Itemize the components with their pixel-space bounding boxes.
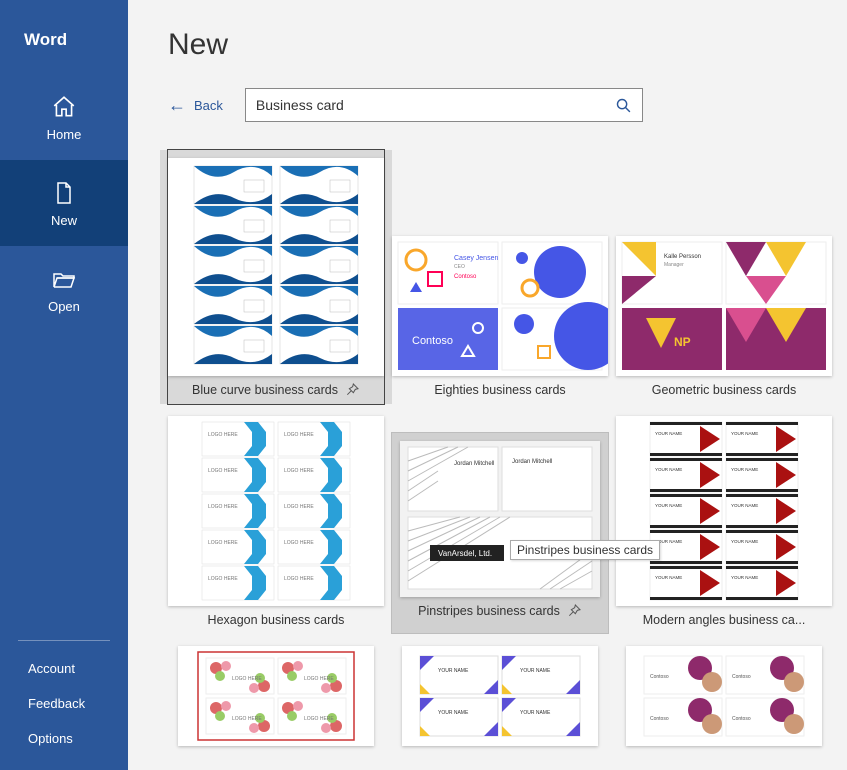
svg-text:Manager: Manager (664, 262, 684, 268)
svg-text:YOUR NAME: YOUR NAME (438, 668, 469, 674)
search-button[interactable] (606, 89, 642, 121)
template-thumb: Kalle Persson Manager NP (616, 236, 832, 376)
template-blue-curve[interactable]: Blue curve business cards (168, 150, 384, 404)
template-thumb: YOUR NAME YOUR NAME (616, 416, 832, 606)
document-icon (50, 179, 78, 207)
main-panel: New ← Back (128, 0, 847, 770)
app-brand: Word (0, 0, 128, 74)
svg-text:Contoso: Contoso (412, 335, 453, 347)
tooltip: Pinstripes business cards (510, 540, 660, 560)
back-button[interactable]: ← Back (168, 96, 223, 114)
nav-home[interactable]: Home (0, 74, 128, 160)
template-partial-3[interactable]: Contoso (616, 646, 832, 746)
svg-text:Casey Jensen: Casey Jensen (454, 255, 498, 262)
template-modern-angles[interactable]: YOUR NAME YOUR NAME (616, 416, 832, 634)
template-geometric[interactable]: Kalle Persson Manager NP (616, 236, 832, 404)
template-label: Modern angles business ca... (643, 613, 806, 627)
nav-new[interactable]: New (0, 160, 128, 246)
template-label: Geometric business cards (652, 383, 797, 397)
back-label: Back (194, 98, 223, 113)
template-partial-1[interactable]: LOGO HERE (168, 646, 384, 746)
svg-text:Kalle Persson: Kalle Persson (664, 254, 701, 260)
svg-text:Contoso: Contoso (454, 274, 477, 280)
nav-options[interactable]: Options (0, 721, 128, 756)
template-thumb: LOGO HERE LOGO HERE (168, 416, 384, 606)
sidebar-separator (18, 640, 110, 641)
template-partial-2[interactable]: YOUR NAME (392, 646, 608, 746)
svg-text:Contoso: Contoso (650, 674, 669, 680)
template-label: Hexagon business cards (208, 613, 345, 627)
svg-text:NP: NP (674, 335, 691, 349)
svg-text:LOGO HERE: LOGO HERE (232, 676, 262, 682)
nav-open[interactable]: Open (0, 246, 128, 332)
template-thumb (168, 158, 384, 376)
nav-primary: Home New Open (0, 74, 128, 332)
template-gallery: Blue curve business cards (168, 150, 847, 746)
nav-feedback[interactable]: Feedback (0, 686, 128, 721)
svg-text:YOUR NAME: YOUR NAME (655, 431, 682, 436)
svg-text:Jordan Mitchell: Jordan Mitchell (454, 461, 494, 467)
search-box (245, 88, 643, 122)
nav-label: Home (47, 127, 82, 142)
template-thumb: Casey Jensen CEO Contoso Contoso (392, 236, 608, 376)
home-icon (50, 93, 78, 121)
svg-text:LOGO HERE: LOGO HERE (208, 432, 238, 438)
template-label: Eighties business cards (434, 383, 565, 397)
template-label: Blue curve business cards (192, 383, 338, 397)
template-label: Pinstripes business cards (418, 604, 560, 618)
folder-open-icon (50, 265, 78, 293)
svg-text:LOGO HERE: LOGO HERE (284, 432, 314, 438)
template-thumb: Jordan Mitchell Jordan Mitchell VanArsde… (400, 441, 600, 597)
pin-icon[interactable] (344, 382, 360, 398)
svg-text:YOUR NAME: YOUR NAME (731, 431, 758, 436)
search-input[interactable] (246, 97, 606, 113)
template-hexagon[interactable]: LOGO HERE LOGO HERE (168, 416, 384, 634)
template-thumb: YOUR NAME (402, 646, 598, 746)
nav-label: Open (48, 299, 80, 314)
search-icon (615, 97, 632, 114)
template-thumb: Contoso (626, 646, 822, 746)
nav-label: New (51, 213, 77, 228)
svg-text:CEO: CEO (454, 264, 465, 270)
svg-text:VanArsdel, Ltd.: VanArsdel, Ltd. (438, 549, 492, 558)
template-eighties[interactable]: Casey Jensen CEO Contoso Contoso (392, 236, 608, 404)
page-title: New (168, 28, 847, 62)
template-pinstripes[interactable]: Jordan Mitchell Jordan Mitchell VanArsde… (392, 432, 608, 634)
svg-text:Jordan Mitchell: Jordan Mitchell (512, 459, 552, 465)
arrow-left-icon: ← (168, 96, 186, 114)
sidebar: Word Home New Open Acco (0, 0, 128, 770)
nav-account[interactable]: Account (0, 651, 128, 686)
pin-icon[interactable] (566, 603, 582, 619)
template-thumb: LOGO HERE (178, 646, 374, 746)
